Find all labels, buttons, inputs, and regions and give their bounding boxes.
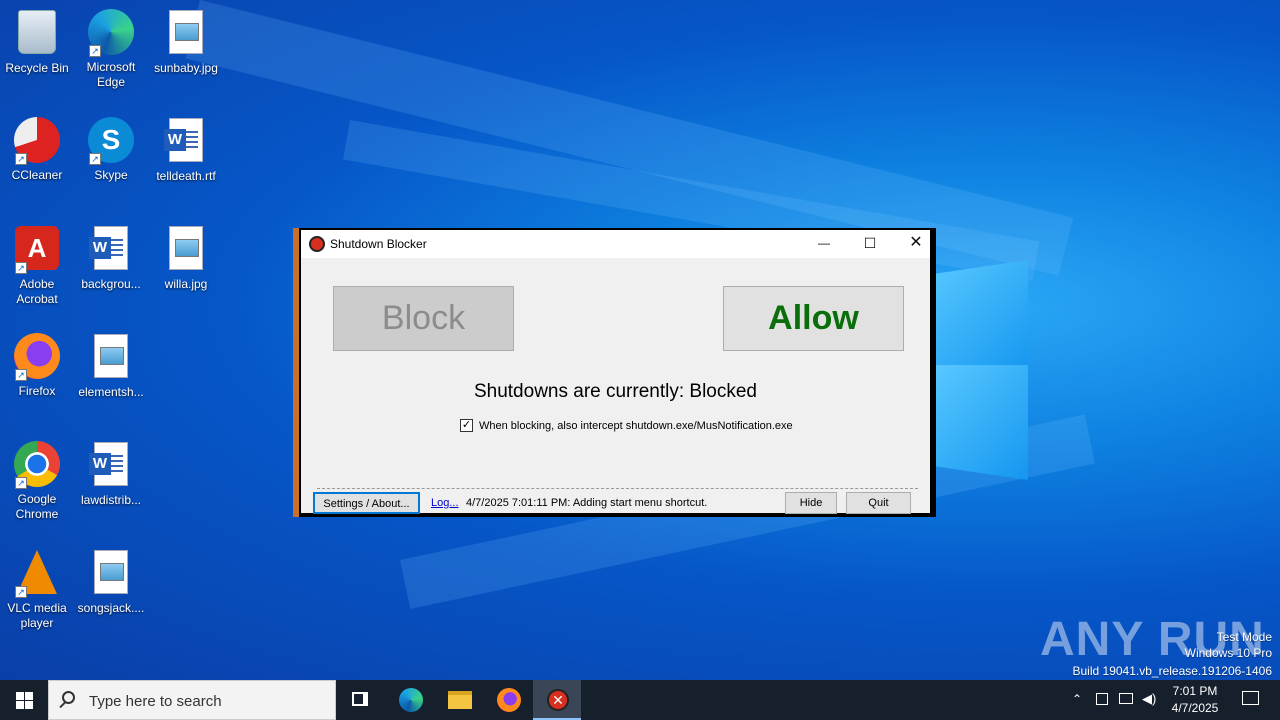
image-file-icon	[169, 10, 203, 54]
taskbar-search-box[interactable]: Type here to search	[48, 680, 336, 720]
desktop-icon-willa[interactable]: willa.jpg	[149, 224, 223, 292]
quit-button[interactable]: Quit	[846, 492, 911, 514]
firefox-icon	[497, 688, 521, 712]
desktop-icon-lawdistrib[interactable]: W lawdistrib...	[74, 440, 148, 508]
clock-date: 4/7/2025	[1171, 701, 1219, 715]
desktop-icon-vlc[interactable]: ↗ VLC media player	[0, 548, 74, 631]
shutdown-blocker-app-icon: ✕	[547, 689, 569, 711]
recycle-bin-icon	[18, 10, 56, 54]
taskbar-microsoft-edge[interactable]	[386, 680, 434, 720]
windows-start-icon	[16, 692, 24, 700]
log-link[interactable]: Log...	[431, 497, 459, 509]
hide-button[interactable]: Hide	[785, 492, 837, 514]
shortcut-arrow-icon: ↗	[15, 153, 27, 165]
close-button[interactable]: ✕	[893, 230, 939, 258]
notification-center-button[interactable]	[1230, 680, 1270, 720]
shortcut-arrow-icon: ↗	[89, 153, 101, 165]
minimize-button[interactable]: —	[801, 230, 847, 258]
show-hidden-icons-chevron-icon[interactable]: ⌃	[1072, 692, 1082, 706]
word-document-icon: W	[164, 118, 203, 162]
system-tray: ⌃ ◀)	[1066, 680, 1162, 720]
shortcut-arrow-icon: ↗	[15, 477, 27, 489]
desktop-icon-recycle-bin[interactable]: Recycle Bin	[0, 8, 74, 76]
task-view-button[interactable]	[336, 680, 384, 720]
start-button[interactable]	[0, 680, 48, 720]
network-icon[interactable]	[1119, 693, 1133, 704]
word-document-icon: W	[89, 442, 128, 486]
shortcut-arrow-icon: ↗	[15, 262, 27, 274]
taskbar-file-explorer[interactable]	[435, 680, 483, 720]
shutdown-blocker-app-icon	[309, 236, 325, 252]
title-bar[interactable]: Shutdown Blocker — ☐ ✕	[301, 230, 930, 258]
notification-icon	[1242, 691, 1259, 705]
desktop-icon-microsoft-edge[interactable]: ↗ Microsoft Edge	[74, 8, 148, 90]
taskbar-shutdown-blocker[interactable]: ✕	[533, 680, 581, 720]
settings-about-button[interactable]: Settings / About...	[313, 492, 420, 514]
microsoft-edge-icon	[399, 688, 423, 712]
desktop-icon-elementsh[interactable]: elementsh...	[74, 332, 148, 400]
volume-icon[interactable]: ◀)	[1142, 691, 1156, 707]
window-title: Shutdown Blocker	[330, 237, 427, 251]
clock-time: 7:01 PM	[1172, 684, 1218, 698]
shortcut-arrow-icon: ↗	[89, 45, 101, 57]
desktop-icon-backgrou[interactable]: W backgrou...	[74, 224, 148, 292]
search-placeholder: Type here to search	[89, 693, 222, 710]
desktop-icon-songsjack[interactable]: songsjack....	[74, 548, 148, 616]
status-separator	[317, 488, 918, 489]
search-icon	[62, 691, 75, 704]
image-file-icon	[94, 334, 128, 378]
shutdown-blocker-window: Shutdown Blocker — ☐ ✕ Block Allow Shutd…	[293, 228, 936, 517]
allow-button[interactable]: Allow	[723, 286, 904, 351]
shutdown-status-text: Shutdowns are currently: Blocked	[473, 381, 758, 402]
log-message: 4/7/2025 7:01:11 PM: Adding start menu s…	[466, 497, 708, 509]
desktop-icon-adobe-acrobat[interactable]: A ↗ Adobe Acrobat	[0, 224, 74, 307]
desktop-icon-ccleaner[interactable]: ↗ CCleaner	[0, 116, 74, 183]
taskbar-clock[interactable]: 7:01 PM 4/7/2025	[1166, 683, 1224, 717]
windows-logo-wallpaper	[935, 240, 1030, 480]
maximize-button[interactable]: ☐	[847, 230, 893, 258]
desktop-icon-google-chrome[interactable]: ↗ Google Chrome	[0, 440, 74, 522]
test-mode-text: Test Mode	[1216, 630, 1272, 644]
desktop-icon-firefox[interactable]: ↗ Firefox	[0, 332, 74, 399]
image-file-icon	[169, 226, 203, 270]
task-view-icon	[352, 692, 368, 706]
folder-icon	[448, 691, 472, 709]
desktop-icon-telldeath[interactable]: W telldeath.rtf	[149, 116, 223, 184]
taskbar: Type here to search ✕ ⌃ ◀) 7:01 PM 4/7/2…	[0, 680, 1280, 720]
desktop-icon-skype[interactable]: S ↗ Skype	[74, 116, 148, 183]
windows-edition-text: Windows 10 Pro	[1184, 646, 1272, 660]
block-button[interactable]: Block	[333, 286, 514, 351]
intercept-checkbox-label: When blocking, also intercept shutdown.e…	[479, 419, 793, 432]
intercept-checkbox[interactable]: ✓	[460, 419, 473, 432]
shortcut-arrow-icon: ↗	[15, 369, 27, 381]
desktop-icon-sunbaby[interactable]: sunbaby.jpg	[149, 8, 223, 76]
intercept-checkbox-row[interactable]: ✓ When blocking, also intercept shutdown…	[460, 419, 793, 432]
shortcut-arrow-icon: ↗	[15, 586, 27, 598]
device-icon[interactable]	[1096, 693, 1108, 705]
image-file-icon	[94, 550, 128, 594]
word-document-icon: W	[89, 226, 128, 270]
windows-build-text: Build 19041.vb_release.191206-1406	[1072, 664, 1273, 678]
taskbar-firefox[interactable]	[484, 680, 532, 720]
